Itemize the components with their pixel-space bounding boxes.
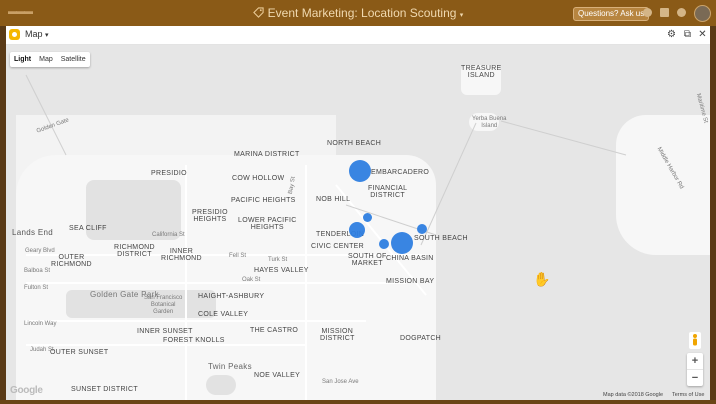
notifications-icon[interactable] xyxy=(677,8,686,17)
label-haight-ashbury: HAIGHT-ASHBURY xyxy=(198,293,265,300)
map-type-control: Light Map Satellite xyxy=(10,52,90,67)
app-header: ▬▬▬ Event Marketing: Location Scouting ▾… xyxy=(0,0,716,26)
chevron-down-icon: ▾ xyxy=(459,12,464,19)
label-mission-district: MISSION DISTRICT xyxy=(320,328,355,342)
label-nob-hill: NOB HILL xyxy=(316,196,351,203)
label-the-castro: THE CASTRO xyxy=(250,327,299,334)
label-fell-st: Fell St xyxy=(229,253,247,259)
label-marina: MARINA DISTRICT xyxy=(234,151,300,158)
google-logo: Google xyxy=(10,385,43,396)
label-richmond-district: RICHMOND DISTRICT xyxy=(114,244,155,258)
bottom-edge xyxy=(0,400,716,404)
label-inner-richmond: INNER RICHMOND xyxy=(161,248,202,262)
location-pin[interactable] xyxy=(363,213,372,222)
label-outer-sunset: OUTER SUNSET xyxy=(50,349,109,356)
label-cole-valley: COLE VALLEY xyxy=(198,311,249,318)
map-block: Map ▾ ⚙ ⧉ ✕ TREASURE ISLAND Yerba Buena … xyxy=(6,26,710,400)
location-pin[interactable] xyxy=(349,222,365,238)
location-pin[interactable] xyxy=(417,224,427,234)
zoom-out-button[interactable]: − xyxy=(687,369,703,386)
label-inner-sunset: INNER SUNSET xyxy=(137,328,193,335)
label-san-jose-ave: San Jose Ave xyxy=(322,379,359,385)
map-type-satellite[interactable]: Satellite xyxy=(57,52,90,67)
street-view-pegman-icon[interactable] xyxy=(689,332,701,349)
zoom-control: + − xyxy=(687,353,703,386)
label-china-basin: CHINA BASIN xyxy=(386,255,434,262)
label-cow-hollow: COW HOLLOW xyxy=(232,175,285,182)
ask-us-button[interactable]: Questions? Ask us xyxy=(573,7,650,21)
label-presidio-heights: PRESIDIO HEIGHTS xyxy=(192,209,228,223)
chevron-down-icon: ▾ xyxy=(45,32,49,39)
label-forest-knolls: FOREST KNOLLS xyxy=(163,337,225,344)
label-california-st: California St xyxy=(152,232,185,238)
zoom-in-button[interactable]: + xyxy=(687,353,703,369)
terms-of-use-link[interactable]: Terms of Use xyxy=(672,392,704,398)
base-title-text: Event Marketing: Location Scouting xyxy=(267,6,457,20)
external-link-icon[interactable]: ⧉ xyxy=(682,29,693,40)
block-name-label: Map xyxy=(25,29,43,39)
label-lincoln-way: Lincoln Way xyxy=(24,321,57,327)
label-yerba-buena: Yerba Buena Island xyxy=(472,116,507,129)
label-geary-blvd: Geary Blvd xyxy=(25,248,55,254)
label-sf-botanical: San Francisco Botanical Garden xyxy=(144,295,183,315)
label-presidio: PRESIDIO xyxy=(151,170,187,177)
location-pin[interactable] xyxy=(379,239,389,249)
label-embarcadero: EMBARCADERO xyxy=(371,169,430,176)
close-icon[interactable]: ✕ xyxy=(697,29,708,40)
label-oak-st: Oak St xyxy=(242,277,261,283)
label-north-beach: NORTH BEACH xyxy=(327,140,382,147)
hand-cursor-icon: ✋ xyxy=(533,271,551,287)
location-pin[interactable] xyxy=(349,160,371,182)
label-sea-cliff: SEA CLIFF xyxy=(69,225,107,232)
label-hayes-valley: HAYES VALLEY xyxy=(254,267,309,274)
label-outer-richmond: OUTER RICHMOND xyxy=(51,254,92,268)
apps-icon[interactable] xyxy=(660,8,669,17)
label-fulton-st: Fulton St xyxy=(24,285,49,291)
label-south-beach: SOUTH BEACH xyxy=(414,235,468,242)
label-lower-pacific-heights: LOWER PACIFIC HEIGHTS xyxy=(238,217,297,231)
label-treasure-island: TREASURE ISLAND xyxy=(461,65,502,79)
avatar[interactable] xyxy=(694,5,711,22)
label-twin-peaks: Twin Peaks xyxy=(208,362,252,371)
tag-icon xyxy=(252,7,264,18)
label-lands-end: Lands End xyxy=(12,228,53,237)
label-balboa-st: Balboa St xyxy=(24,268,51,274)
map-type-light[interactable]: Light xyxy=(10,52,35,67)
block-header: Map ▾ ⚙ ⧉ ✕ xyxy=(6,26,710,45)
label-sunset-district: SUNSET DISTRICT xyxy=(71,386,138,393)
label-mission-bay: MISSION BAY xyxy=(386,278,435,285)
map-canvas[interactable]: TREASURE ISLAND Yerba Buena Island Golde… xyxy=(6,45,710,400)
block-name[interactable]: Map ▾ xyxy=(25,29,49,39)
label-south-of-market: SOUTH OF MARKET xyxy=(348,253,387,267)
label-turk-st: Turk St xyxy=(268,257,288,263)
map-type-map[interactable]: Map xyxy=(35,52,57,67)
help-icon[interactable] xyxy=(643,8,652,17)
gear-icon[interactable]: ⚙ xyxy=(666,29,677,40)
label-civic-center: CIVIC CENTER xyxy=(311,243,364,250)
label-financial-district: FINANCIAL DISTRICT xyxy=(368,185,408,199)
map-attribution: Map data ©2018 Google xyxy=(603,392,664,398)
label-judah-st: Judah St xyxy=(30,347,54,353)
map-block-icon xyxy=(9,29,20,40)
label-pacific-heights: PACIFIC HEIGHTS xyxy=(231,197,296,204)
label-noe-valley: NOE VALLEY xyxy=(254,372,301,379)
label-dogpatch: DOGPATCH xyxy=(400,335,442,342)
location-pin[interactable] xyxy=(391,232,413,254)
